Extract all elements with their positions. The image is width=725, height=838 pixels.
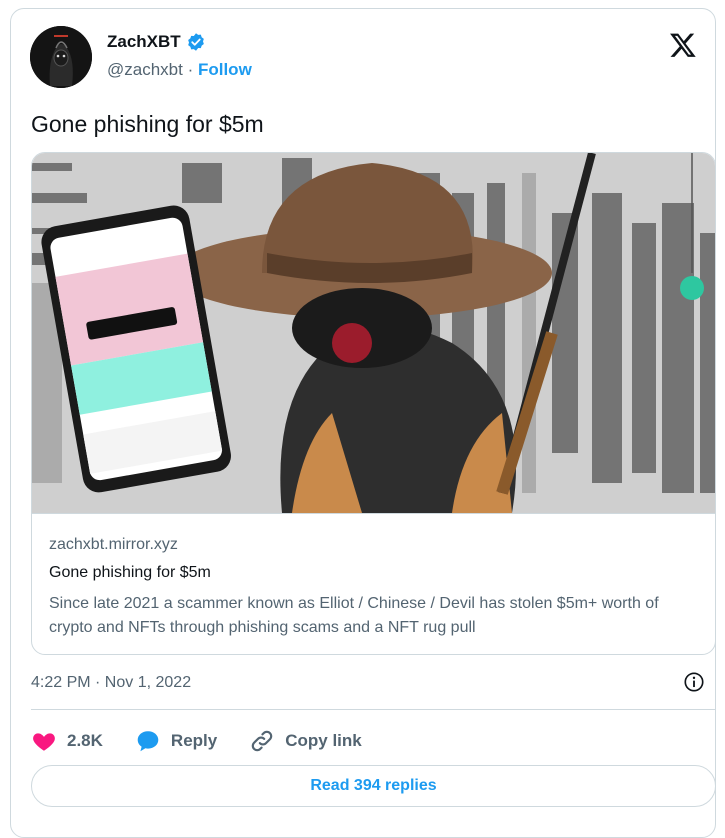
reply-bubble-icon	[137, 731, 159, 752]
avatar[interactable]	[30, 26, 92, 88]
tweet-text: Gone phishing for $5m	[31, 111, 264, 137]
author-name[interactable]: ZachXBT	[107, 32, 181, 52]
link-title: Gone phishing for $5m	[49, 564, 211, 581]
link-preview-image[interactable]	[32, 153, 716, 513]
divider	[31, 709, 716, 710]
follow-link[interactable]: Follow	[198, 60, 252, 79]
action-bar: 2.8K Reply Copy link	[31, 726, 394, 756]
reply-label: Reply	[170, 731, 218, 750]
link-chain-icon	[251, 730, 273, 752]
author-name-row: ZachXBT	[107, 32, 206, 52]
heart-icon	[33, 733, 55, 751]
like-button[interactable]: 2.8K	[31, 728, 103, 754]
handle-separator: ·	[182, 60, 198, 79]
link-description: Since late 2021 a scammer known as Ellio…	[49, 595, 659, 636]
link-domain: zachxbt.mirror.xyz	[49, 536, 178, 553]
copy-link-label: Copy link	[285, 731, 362, 750]
tweet-timestamp[interactable]: 4:22 PM · Nov 1, 2022	[31, 674, 191, 692]
verified-badge-icon	[187, 33, 204, 51]
link-info[interactable]: zachxbt.mirror.xyz Gone phishing for $5m…	[32, 513, 715, 654]
author-handle[interactable]: @zachxbt	[107, 60, 183, 79]
link-preview-card[interactable]: zachxbt.mirror.xyz Gone phishing for $5m…	[31, 152, 716, 655]
info-icon[interactable]	[683, 671, 705, 693]
tweet-embed-card: ZachXBT @zachxbt · Follow Gone phishing …	[10, 8, 716, 838]
like-count: 2.8K	[67, 731, 103, 750]
copy-link-button[interactable]: Copy link	[249, 728, 362, 754]
author-handle-row: @zachxbt · Follow	[107, 60, 252, 80]
reply-button[interactable]: Reply	[135, 728, 217, 754]
read-replies-button[interactable]: Read 394 replies	[31, 765, 716, 807]
x-logo-icon[interactable]	[669, 31, 697, 59]
